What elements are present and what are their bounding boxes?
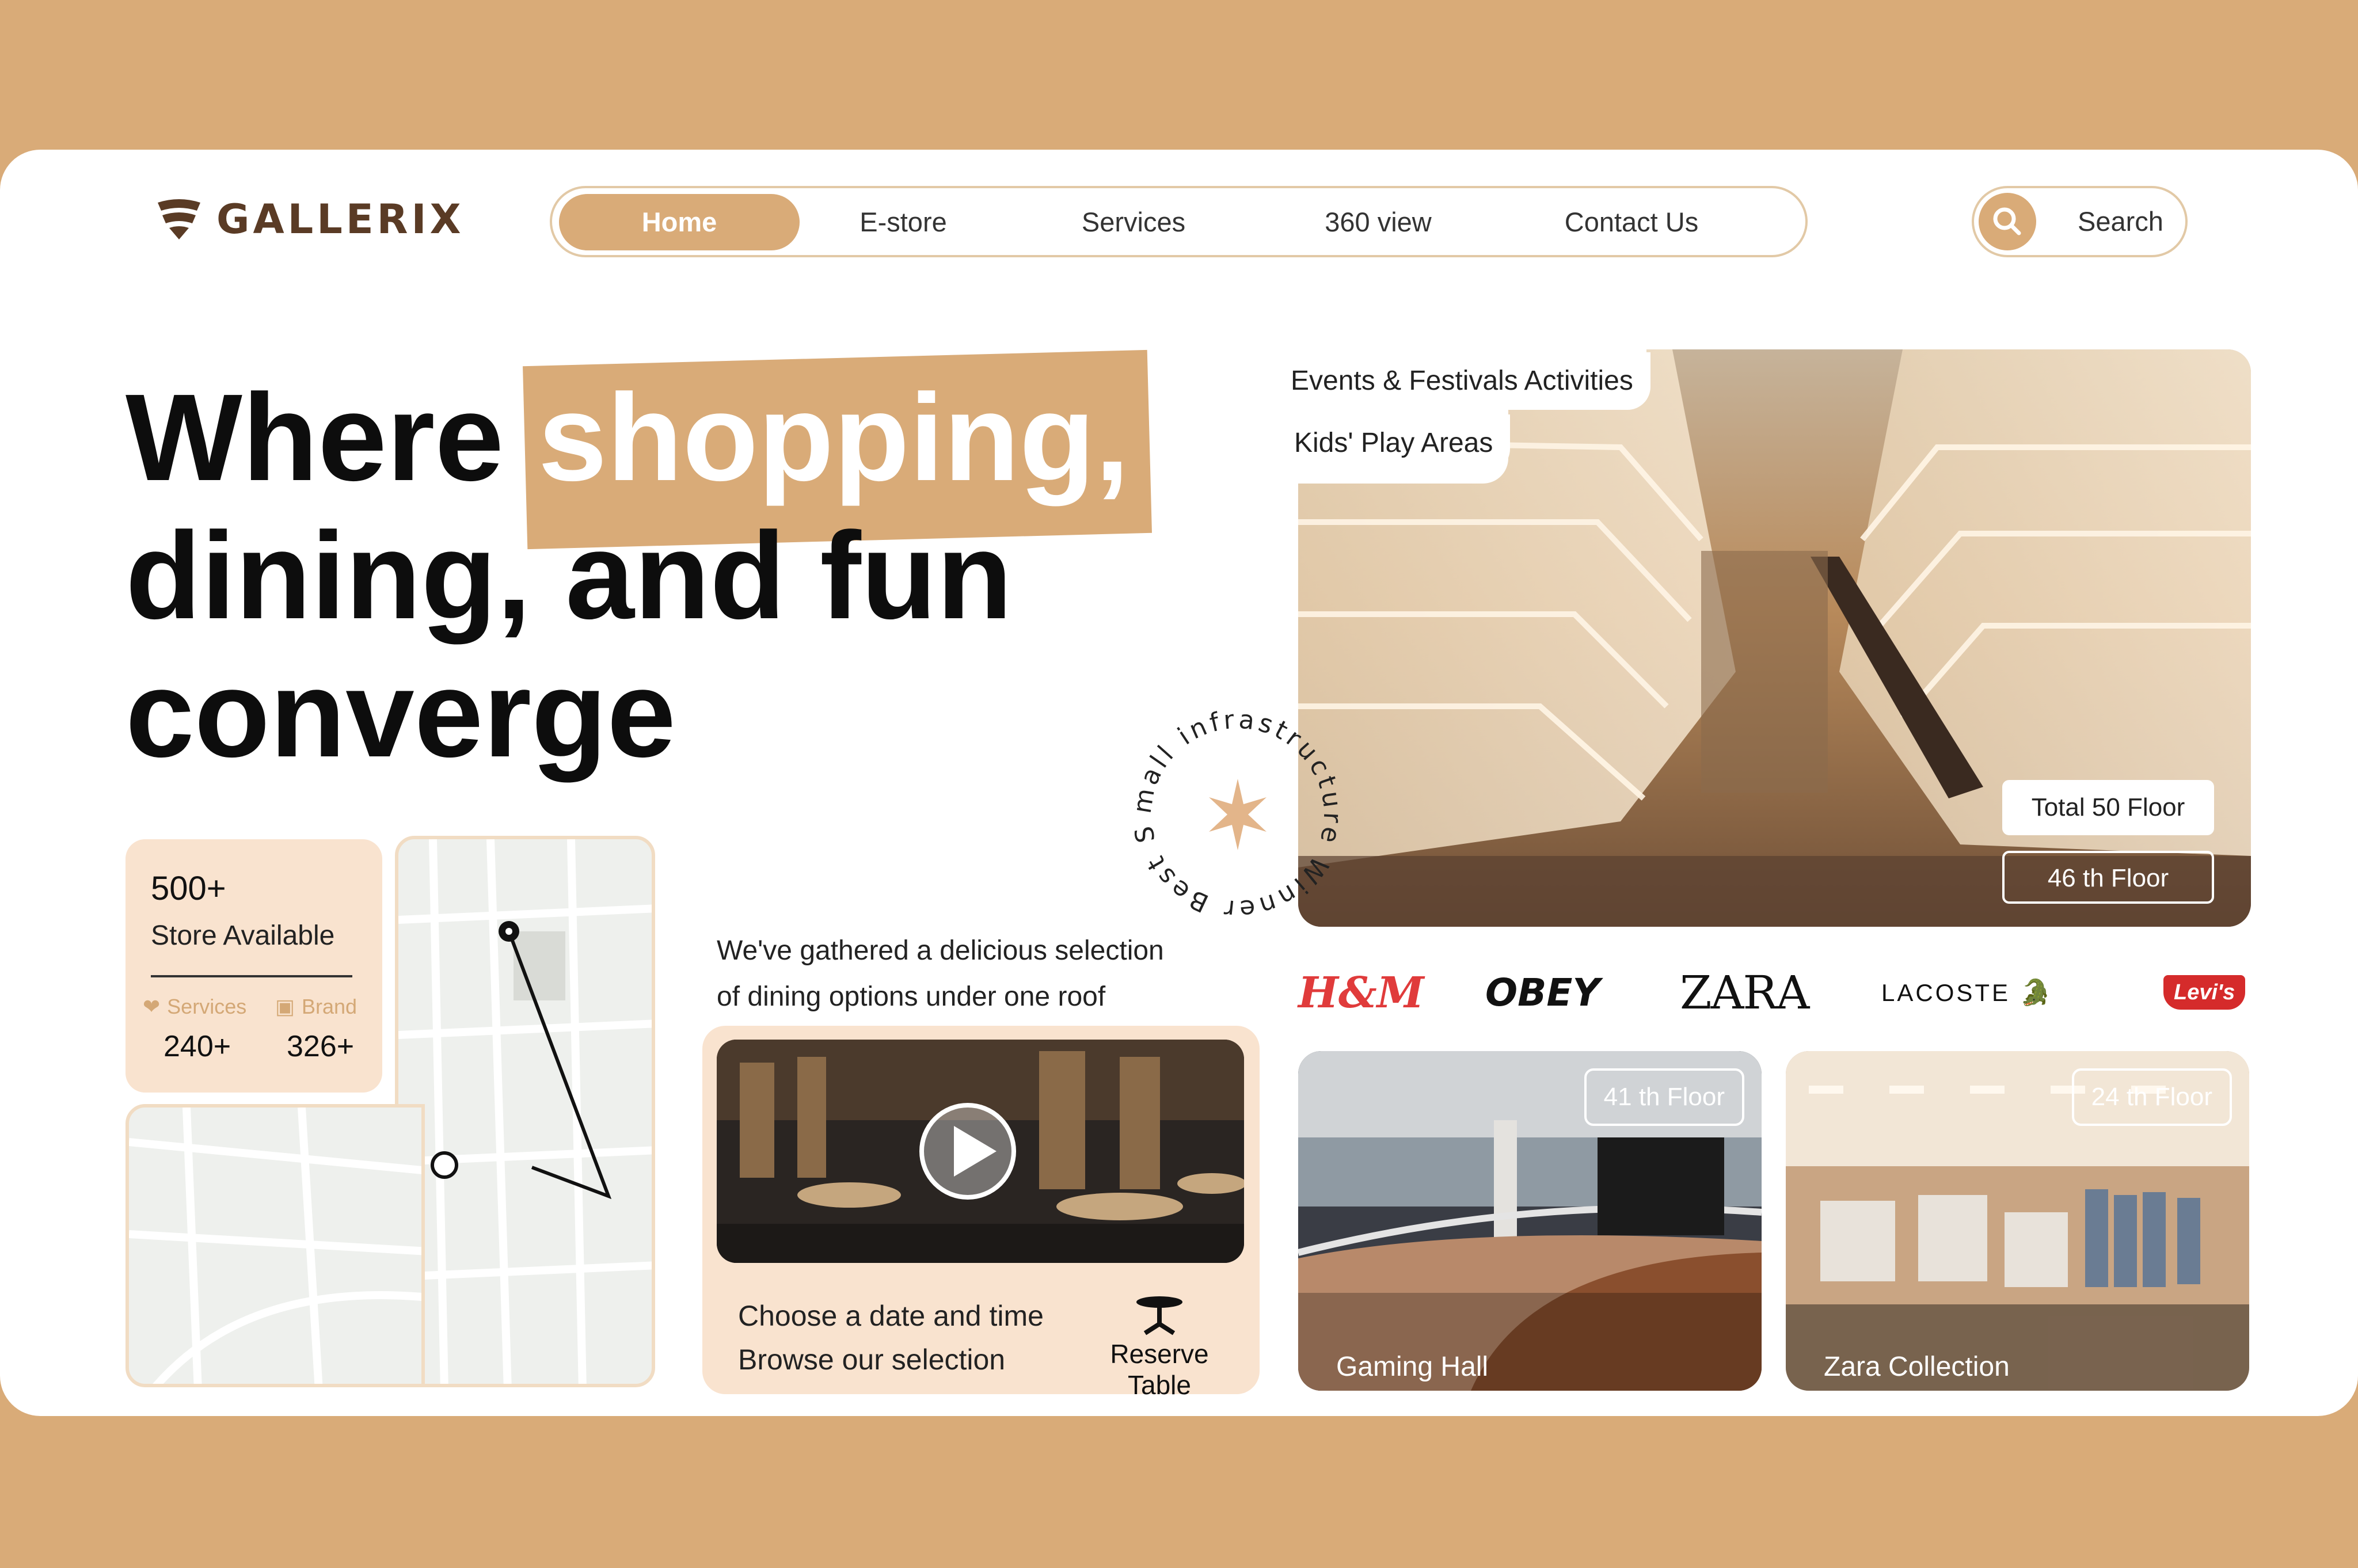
restaurant-video-thumbnail[interactable] xyxy=(717,1040,1244,1263)
crocodile-icon: 🐊 xyxy=(2019,979,2053,1007)
hero-prefix: Where xyxy=(125,368,504,507)
hero-line-3: converge xyxy=(125,644,676,783)
floor-badge: 24 th Floor xyxy=(2071,1068,2232,1126)
stats-card: 500+ Store Available ❤ Services 240+ ▣ Bra… xyxy=(125,839,382,1093)
location-marker-icon xyxy=(431,1151,458,1179)
dining-line-2: Browse our selection xyxy=(738,1344,1006,1376)
dining-intro: We've gathered a delicious selection of … xyxy=(717,928,1164,1020)
hero-line-2: dining, and fun xyxy=(125,506,1013,645)
search-button[interactable]: Search xyxy=(1972,186,2188,257)
award-badge: mall infrastructure Winner Best Shopping xyxy=(1119,682,1347,924)
kids-tag[interactable]: Kids' Play Areas xyxy=(1277,414,1511,472)
reserve-table-button[interactable]: Reserve Table xyxy=(1079,1295,1240,1400)
store-icon: ▣ xyxy=(275,995,295,1018)
heart-hand-icon: ❤ xyxy=(143,995,161,1018)
services-stat-label: ❤ Services xyxy=(143,995,247,1018)
dining-line-1: Choose a date and time xyxy=(738,1300,1044,1332)
brand-stat-value: 326+ xyxy=(287,1030,355,1063)
logo[interactable]: GALLERIX xyxy=(157,196,465,243)
search-label: Search xyxy=(2078,206,2163,237)
dining-intro-line-1: We've gathered a delicious selection xyxy=(717,935,1164,966)
logo-icon xyxy=(158,199,200,239)
brand-zara-logo[interactable]: ZARA xyxy=(1680,967,1809,1019)
brand-obey-logo[interactable]: OBEY xyxy=(1485,967,1600,1019)
brand-lacoste-text: LACOSTE xyxy=(1881,979,2011,1006)
store-label: Store Available xyxy=(151,920,335,951)
store-count: 500+ xyxy=(151,870,226,907)
nav-home[interactable]: Home xyxy=(559,194,800,250)
main-nav: Home E-store Services 360 view Contact U… xyxy=(550,186,1808,257)
reserve-table-label: Reserve Table xyxy=(1110,1339,1209,1400)
dining-intro-line-2: of dining options under one roof xyxy=(717,981,1106,1012)
current-floor-pill[interactable]: 46 th Floor xyxy=(2002,851,2214,904)
star-icon xyxy=(1209,779,1267,850)
feature-card-title: Zara Collection xyxy=(1824,1352,2010,1382)
map-lower[interactable] xyxy=(125,1104,425,1387)
hero-highlight: shopping, xyxy=(538,368,1129,507)
nav-360-view[interactable]: 360 view xyxy=(1312,194,1444,250)
dining-instructions: Choose a date and time Browse our select… xyxy=(738,1294,1044,1381)
feature-card-title: Gaming Hall xyxy=(1336,1352,1489,1382)
nav-services[interactable]: Services xyxy=(1070,194,1197,250)
events-tag[interactable]: Events & Festivals Activities xyxy=(1273,352,1650,410)
feature-card-gaming-hall[interactable]: 41 th Floor Gaming Hall xyxy=(1298,1051,1762,1391)
hero-headline: Where shopping, dining, and fun converge xyxy=(125,368,1129,783)
nav-contact-us[interactable]: Contact Us xyxy=(1548,194,1715,250)
nav-estore[interactable]: E-store xyxy=(846,194,961,250)
services-stat-value: 240+ xyxy=(163,1030,231,1063)
floor-badge: 41 th Floor xyxy=(1584,1068,1744,1126)
map-upper[interactable] xyxy=(395,836,655,1387)
search-icon xyxy=(1979,193,2036,250)
total-floor-pill: Total 50 Floor xyxy=(2002,780,2214,835)
logo-text: GALLERIX xyxy=(216,196,465,243)
feature-card-zara-collection[interactable]: 24 th Floor Zara Collection xyxy=(1786,1051,2249,1391)
stats-divider xyxy=(151,975,352,977)
brand-lacoste-logo[interactable]: LACOSTE 🐊 xyxy=(1881,967,2053,1019)
brand-hm-logo[interactable]: H&M xyxy=(1298,967,1424,1019)
table-icon xyxy=(1136,1296,1182,1335)
brand-stat-label: ▣ Brand xyxy=(275,995,357,1018)
brand-levis-logo[interactable]: Levi's xyxy=(2163,975,2246,1010)
